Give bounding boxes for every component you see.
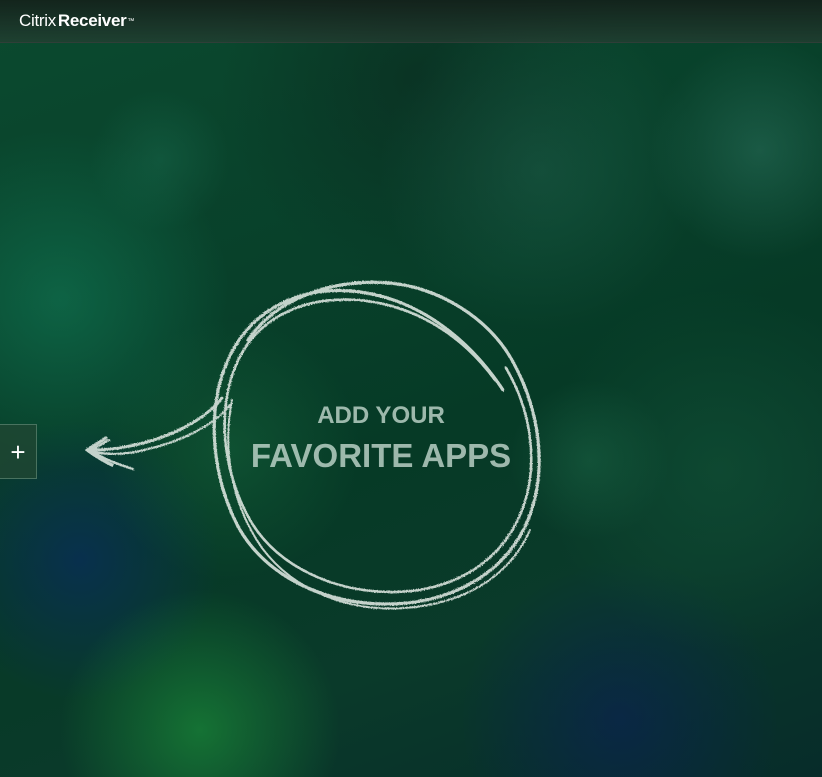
bokeh-background (0, 0, 822, 777)
add-apps-button[interactable]: + (0, 424, 37, 479)
logo-brand-light: Citrix (19, 11, 56, 30)
top-bar: Citrix Receiver™ (0, 0, 822, 43)
empty-state-line2: FAVORITE APPS (250, 437, 512, 474)
logo-trademark: ™ (127, 18, 135, 25)
plus-icon: + (10, 436, 26, 467)
receiver-window: Citrix Receiver™ + ADD YOUR FAVORITE APPS (0, 0, 822, 777)
empty-state-line1: ADD YOUR (317, 402, 445, 429)
logo-brand-bold: Receiver (57, 11, 127, 30)
citrix-receiver-logo: Citrix Receiver™ (19, 11, 134, 31)
